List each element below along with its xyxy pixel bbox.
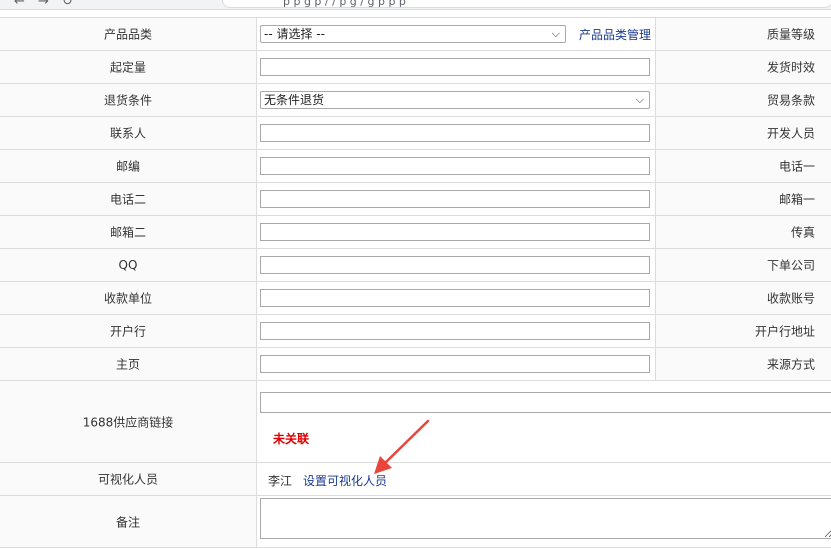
- form-row-bank: 开户行 开户行地址: [0, 314, 831, 347]
- field-label: 质量等级: [766, 27, 815, 42]
- category-select[interactable]: -- 请选择 -- ⌵: [260, 25, 566, 43]
- form-row-email2: 邮箱二 传真: [0, 215, 831, 248]
- field-label: 开户行地址: [754, 324, 815, 339]
- field-label: 来源方式: [766, 357, 815, 372]
- reload-icon[interactable]: ↻: [62, 0, 73, 9]
- field-label: 邮箱一: [778, 192, 815, 207]
- field-label: 收款单位: [103, 291, 152, 306]
- homepage-input[interactable]: [260, 355, 650, 373]
- visual-staff-name: 李江: [268, 474, 293, 488]
- field-label: 开户行: [109, 324, 146, 339]
- field-label: 电话一: [778, 159, 815, 174]
- browser-toolbar: ← → ↻ p p g p / / p g / g p p p: [0, 0, 831, 10]
- link-status-text: 未关联: [273, 432, 310, 446]
- field-label: 联系人: [109, 126, 146, 141]
- return-policy-select-value: 无条件退货: [264, 93, 325, 107]
- form-row-min-order: 起定量 发货时效: [0, 50, 831, 83]
- field-label: 邮编: [115, 159, 140, 174]
- category-manage-link[interactable]: 产品品类管理: [579, 26, 651, 43]
- field-label: 发货时效: [766, 60, 815, 75]
- address-bar-text: p p g p / / p g / g p p p: [283, 0, 406, 8]
- remark-textarea[interactable]: [260, 498, 831, 539]
- field-label: 邮箱二: [109, 225, 146, 240]
- phone2-input[interactable]: [260, 190, 650, 208]
- field-label: 电话二: [109, 192, 146, 207]
- forward-icon[interactable]: →: [38, 0, 49, 9]
- form-row-qq: QQ 下单公司: [0, 248, 831, 281]
- form-row-payee: 收款单位 收款账号: [0, 281, 831, 314]
- category-select-value: -- 请选择 --: [264, 27, 325, 41]
- form-row-category: 产品品类 -- 请选择 -- ⌵ 产品品类管理 质量等级: [0, 17, 831, 50]
- annotation-arrow-icon: [374, 419, 430, 474]
- form-row-postcode: 邮编 电话一: [0, 149, 831, 182]
- field-label: 传真: [790, 225, 815, 240]
- postcode-input[interactable]: [260, 157, 650, 175]
- chevron-down-icon: ⌵: [551, 27, 560, 40]
- email2-input[interactable]: [260, 223, 650, 241]
- qq-input[interactable]: [260, 256, 650, 274]
- address-bar[interactable]: p p g p / / p g / g p p p: [222, 0, 831, 8]
- field-label: 退货条件: [103, 93, 152, 108]
- chevron-down-icon: ⌵: [635, 93, 644, 106]
- field-label: 可视化人员: [97, 472, 158, 487]
- field-label: 主页: [115, 357, 140, 372]
- min-order-input[interactable]: [260, 58, 650, 76]
- field-label: 起定量: [109, 60, 146, 75]
- field-label: 备注: [115, 515, 140, 529]
- form-row-homepage: 主页 来源方式: [0, 347, 831, 380]
- back-icon[interactable]: ←: [14, 0, 25, 9]
- field-label: 下单公司: [766, 258, 815, 273]
- field-label: 开发人员: [766, 126, 815, 141]
- field-label: 产品品类: [103, 27, 152, 42]
- payee-input[interactable]: [260, 289, 650, 307]
- form-row-contact: 联系人 开发人员: [0, 116, 831, 149]
- form-row-return-policy: 退货条件 无条件退货 ⌵ 贸易条款: [0, 83, 831, 116]
- contact-input[interactable]: [260, 124, 650, 142]
- link-1688-input[interactable]: [260, 392, 831, 413]
- form-row-phone2: 电话二 邮箱一: [0, 182, 831, 215]
- field-label: QQ: [118, 258, 138, 272]
- field-label: 收款账号: [766, 291, 815, 306]
- bank-input[interactable]: [260, 322, 650, 340]
- return-policy-select[interactable]: 无条件退货 ⌵: [260, 91, 650, 109]
- form-row-remark: 备注: [0, 495, 831, 548]
- field-label: 1688供应商链接: [82, 415, 174, 429]
- field-label: 贸易条款: [766, 93, 815, 108]
